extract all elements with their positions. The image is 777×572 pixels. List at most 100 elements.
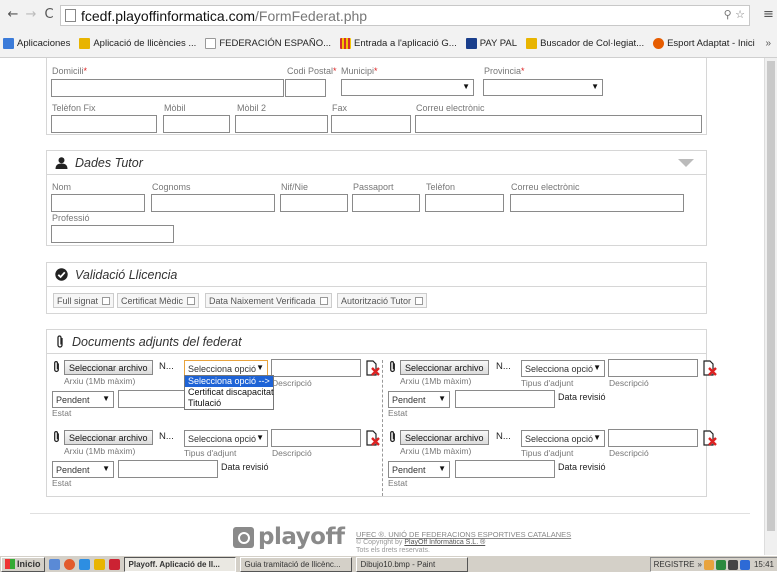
data-revisio-label: Data revisió bbox=[558, 392, 606, 402]
telefon-input[interactable] bbox=[425, 194, 504, 212]
ie-icon[interactable] bbox=[78, 558, 90, 570]
mobil2-input[interactable] bbox=[235, 115, 328, 133]
descripcio-input[interactable] bbox=[608, 429, 698, 447]
estat-select[interactable]: Pendent ▼ bbox=[52, 391, 114, 408]
delete-file-icon[interactable] bbox=[701, 430, 717, 446]
bookmark-aplicaciones[interactable]: Aplicaciones bbox=[3, 38, 70, 49]
tutor-correu-input[interactable] bbox=[510, 194, 684, 212]
tipus-adjunt-select[interactable]: Selecciona opció ▼ bbox=[184, 430, 268, 447]
descripcio-label: Descripció bbox=[609, 448, 649, 458]
chrome-icon[interactable] bbox=[63, 558, 75, 570]
codi-postal-input[interactable] bbox=[285, 79, 326, 97]
delete-file-icon[interactable] bbox=[364, 430, 380, 446]
domicili-input[interactable] bbox=[51, 79, 284, 97]
tray-icon[interactable] bbox=[715, 559, 726, 570]
delete-file-icon[interactable] bbox=[364, 360, 380, 376]
badge-data-naixement[interactable]: Data Naixement Verificada bbox=[205, 293, 332, 308]
page-scrollbar[interactable] bbox=[764, 58, 777, 555]
quicklaunch-icon[interactable] bbox=[93, 558, 105, 570]
tutor-section: Dades Tutor Nom Cognoms Nif/Nie Passapor… bbox=[46, 150, 707, 246]
select-file-button[interactable]: Seleccionar archivo bbox=[400, 430, 489, 445]
tipus-adjunt-select[interactable]: Selecciona opció ▼ bbox=[521, 360, 605, 377]
data-revisio-input[interactable] bbox=[118, 460, 218, 478]
select-file-button[interactable]: Seleccionar archivo bbox=[400, 360, 489, 375]
dropdown-option[interactable]: Certificat discapacitat bbox=[185, 387, 274, 398]
dropdown-option[interactable]: Titulació bbox=[185, 398, 273, 409]
passaport-input[interactable] bbox=[352, 194, 420, 212]
badge-full-signat[interactable]: Full signat bbox=[53, 293, 115, 308]
select-file-button[interactable]: Seleccionar archivo bbox=[64, 360, 153, 375]
file-name: N... bbox=[159, 361, 174, 372]
provincia-label: Provincia* bbox=[484, 66, 525, 76]
fax-input[interactable] bbox=[331, 115, 411, 133]
estat-label: Estat bbox=[52, 478, 72, 488]
bookmark-paypal[interactable]: PAY PAL bbox=[465, 38, 517, 49]
back-arrow-icon[interactable]: ← bbox=[4, 7, 22, 22]
quicklaunch-icon[interactable] bbox=[108, 558, 120, 570]
chevron-down-icon[interactable] bbox=[678, 159, 694, 167]
address-bar[interactable]: fcedf.playoffinformatica.com /FormFedera… bbox=[60, 5, 750, 26]
footer-playoff-link[interactable]: PlayOff Informàtica S.L. ® bbox=[404, 539, 485, 546]
nom-label: Nom bbox=[52, 182, 72, 192]
volume-icon[interactable] bbox=[727, 559, 738, 570]
badge-certificat-medic[interactable]: Certificat Mèdic bbox=[117, 293, 200, 308]
bookmark-esport-adaptat[interactable]: Esport Adaptat - Inici bbox=[653, 38, 755, 49]
tray-icon[interactable] bbox=[703, 559, 714, 570]
bookmarks-more-icon[interactable]: » bbox=[765, 38, 771, 49]
estat-select[interactable]: Pendent ▼ bbox=[388, 461, 450, 478]
descripcio-input[interactable] bbox=[271, 429, 361, 447]
municipi-select[interactable]: ▼ bbox=[341, 79, 474, 96]
data-revisio-input[interactable] bbox=[455, 390, 555, 408]
mobil-label: Mòbil bbox=[164, 103, 186, 113]
bookmark-entrada-aplicacio[interactable]: Entrada a l'aplicació G... bbox=[340, 38, 457, 49]
estat-select[interactable]: Pendent ▼ bbox=[388, 391, 450, 408]
cognoms-input[interactable] bbox=[151, 194, 275, 212]
correu-label: Correu electrònic bbox=[416, 103, 485, 113]
menu-icon[interactable]: ≡ bbox=[763, 7, 774, 22]
descripcio-input[interactable] bbox=[271, 359, 361, 377]
task-playoff[interactable]: Playoff. Aplicació de ll... bbox=[123, 556, 236, 572]
pi-icon bbox=[526, 38, 538, 49]
provincia-select[interactable]: ▼ bbox=[483, 79, 603, 96]
badge-autoritzacio-tutor[interactable]: Autorització Tutor bbox=[337, 293, 428, 308]
scrollbar-thumb[interactable] bbox=[767, 61, 775, 531]
delete-file-icon[interactable] bbox=[701, 360, 717, 376]
bookmark-buscador[interactable]: Buscador de Col·legiat... bbox=[526, 38, 644, 49]
correu-input[interactable] bbox=[415, 115, 702, 133]
tipus-adjunt-select[interactable]: Selecciona opció ▼ bbox=[521, 430, 605, 447]
data-revisio-label: Data revisió bbox=[221, 462, 269, 472]
file-hint: Arxiu (1Mb màxim) bbox=[400, 446, 472, 456]
bookmark-aplicacio-llicencies[interactable]: Aplicació de llicències ... bbox=[79, 38, 196, 49]
select-file-button[interactable]: Seleccionar archivo bbox=[64, 430, 153, 445]
paperclip-icon bbox=[54, 361, 59, 373]
tutor-correu-label: Correu electrònic bbox=[511, 182, 580, 192]
forward-arrow-icon[interactable]: → bbox=[22, 7, 40, 22]
professio-input[interactable] bbox=[51, 225, 174, 243]
stripes-icon bbox=[340, 38, 352, 49]
reload-icon[interactable]: C bbox=[40, 7, 58, 22]
domicili-label: Domicili* bbox=[52, 66, 88, 76]
descripcio-input[interactable] bbox=[608, 359, 698, 377]
nif-input[interactable] bbox=[280, 194, 348, 212]
system-tray: REGISTRE » 15:41 bbox=[649, 557, 777, 572]
dropdown-option[interactable]: Selecciona opció --> bbox=[185, 376, 273, 387]
task-paint[interactable]: Dibujo10.bmp - Paint bbox=[355, 556, 468, 572]
tutor-header[interactable]: Dades Tutor bbox=[47, 151, 706, 175]
professio-label: Professió bbox=[52, 213, 90, 223]
tutor-title: Dades Tutor bbox=[75, 155, 143, 170]
estat-select[interactable]: Pendent ▼ bbox=[52, 461, 114, 478]
zoom-star-icons[interactable]: ⚲ ☆ bbox=[724, 8, 745, 21]
tray-registre[interactable]: REGISTRE bbox=[654, 560, 695, 569]
file-hint: Arxiu (1Mb màxim) bbox=[64, 376, 136, 386]
task-guia-tramitacio[interactable]: Guia tramitació de llicènc... bbox=[239, 556, 352, 572]
data-revisio-input[interactable] bbox=[455, 460, 555, 478]
documents-header: Documents adjunts del federat bbox=[47, 330, 706, 354]
bookmark-federacion[interactable]: FEDERACIÓN ESPAÑO... bbox=[205, 38, 331, 49]
start-button[interactable]: Inicio bbox=[1, 556, 45, 572]
quicklaunch-icon[interactable] bbox=[48, 558, 60, 570]
nom-input[interactable] bbox=[51, 194, 145, 212]
tray-icon[interactable] bbox=[739, 559, 750, 570]
mobil-input[interactable] bbox=[163, 115, 230, 133]
footer-ufec-link[interactable]: UFEC ®. UNIÓ DE FEDERACIONS ESPORTIVES C… bbox=[356, 530, 571, 539]
telefon-fix-input[interactable] bbox=[51, 115, 157, 133]
